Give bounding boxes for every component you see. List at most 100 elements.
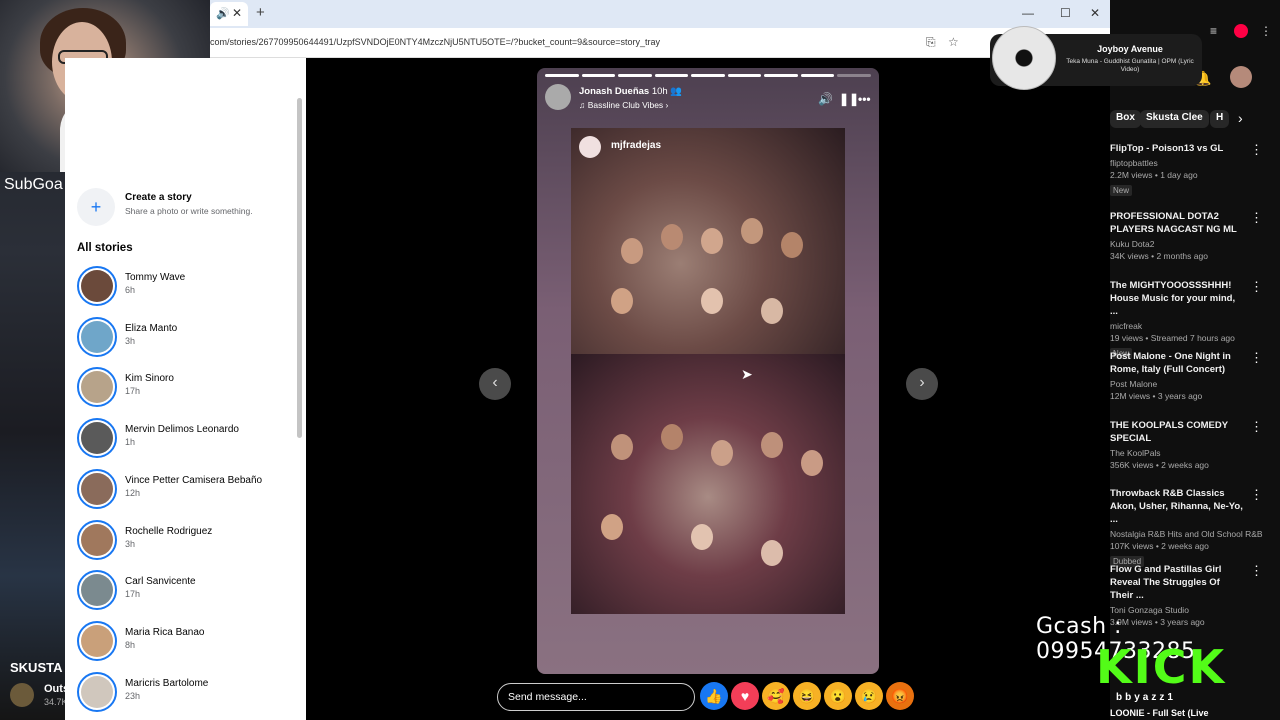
sad-reaction-icon[interactable]: 😢 — [855, 682, 883, 710]
video-menu-icon[interactable]: ⋮ — [1250, 563, 1263, 579]
wow-reaction-icon[interactable]: 😮 — [824, 682, 852, 710]
video-item[interactable]: THE KOOLPALS COMEDY SPECIAL The KoolPals 3… — [1110, 419, 1280, 470]
video-meta: 107K views • 2 weeks ago — [1110, 541, 1209, 551]
filter-chip[interactable]: Skusta Clee — [1140, 110, 1209, 128]
story-card[interactable]: Jonash Dueñas 10h 👥 ♫ Bassline Club Vibe… — [537, 68, 879, 674]
account-avatar[interactable] — [1230, 66, 1252, 88]
address-bar[interactable]: com/stories/267709950644491/UzpfSVNDOjE0… — [210, 28, 1110, 58]
video-channel[interactable]: Post Malone — [1110, 379, 1280, 389]
mouse-cursor-icon: ➤ — [741, 366, 753, 382]
author-avatar[interactable] — [545, 84, 571, 110]
story-time: 17h — [125, 386, 141, 397]
progress-segment — [581, 74, 616, 77]
stream-channel: Outs 34.7K — [10, 681, 70, 711]
pause-icon[interactable]: ❚❚ — [839, 92, 859, 106]
video-item[interactable]: FlipTop - Poison13 vs GL fliptopbattles 2.… — [1110, 142, 1280, 198]
story-time: 12h — [125, 487, 141, 498]
video-item[interactable]: PROFESSIONAL DOTA2 PLAYERS NAGCAST NG ML… — [1110, 210, 1280, 261]
vinyl-disc-icon — [992, 26, 1056, 90]
story-song[interactable]: ♫ Bassline Club Vibes › — [579, 100, 668, 110]
youtube-last-item[interactable]: LOONIE - Full Set (Live — [1110, 708, 1209, 718]
video-meta: 34K views • 2 months ago — [1110, 251, 1208, 261]
story-list-item[interactable]: Mervin Delimos Leonardo 1h — [77, 418, 295, 460]
video-channel[interactable]: Nostalgia R&B Hits and Old School R&B — [1110, 529, 1280, 539]
video-item[interactable]: Post Malone - One Night in Rome, Italy (… — [1110, 350, 1280, 401]
video-menu-icon[interactable]: ⋮ — [1250, 210, 1263, 226]
story-list-item[interactable]: Vince Petter Camisera Bebaño 12h — [77, 468, 295, 511]
maximize-icon[interactable]: ☐ — [1060, 6, 1071, 20]
story-viewer: Jonash Dueñas 10h 👥 ♫ Bassline Club Vibe… — [306, 58, 1110, 720]
video-channel[interactable]: Kuku Dota2 — [1110, 239, 1280, 249]
browser-tabbar: 🔊 ✕ + — ☐ ✕ — [210, 0, 1110, 28]
url-text[interactable]: com/stories/267709950644491/UzpfSVNDOjE0… — [210, 37, 660, 47]
now-playing-subtitle: Teka Muna - Guddhist Gunatita | OPM (Lyr… — [1066, 58, 1194, 73]
extension-icon[interactable] — [1234, 24, 1248, 38]
video-title[interactable]: Throwback R&B Classics Akon, Usher, Riha… — [1110, 487, 1245, 526]
more-options-icon[interactable]: ••• — [858, 92, 871, 106]
video-channel[interactable]: fliptopbattles — [1110, 158, 1280, 168]
story-list-item[interactable]: Maricris Bartolome 23h — [77, 671, 295, 714]
video-title[interactable]: Flow G and Pastillas Girl Reveal The Str… — [1110, 563, 1245, 602]
video-menu-icon[interactable]: ⋮ — [1250, 279, 1263, 295]
filter-chip[interactable]: Box — [1110, 110, 1141, 128]
sidebar-scrollbar[interactable] — [297, 98, 302, 438]
story-time: 3h — [125, 335, 136, 346]
bookmark-star-icon[interactable]: ☆ — [948, 35, 959, 49]
progress-segment — [764, 74, 798, 77]
love-reaction-icon[interactable]: ♥ — [731, 682, 759, 710]
story-avatar — [77, 468, 117, 509]
queue-icon[interactable]: ≡ — [1210, 24, 1217, 38]
send-message-input[interactable]: Send message... — [497, 683, 695, 711]
progress-segment — [691, 74, 725, 77]
like-reaction-icon[interactable]: 👍 — [700, 682, 728, 710]
video-title[interactable]: FlipTop - Poison13 vs GL — [1110, 142, 1245, 155]
care-reaction-icon[interactable]: 🥰 — [762, 682, 790, 710]
tab-close-icon[interactable]: ✕ — [232, 6, 242, 20]
install-icon[interactable]: ⎘ — [926, 35, 936, 50]
story-avatar — [77, 620, 117, 661]
plus-icon[interactable]: + — [77, 188, 115, 226]
video-title[interactable]: PROFESSIONAL DOTA2 PLAYERS NAGCAST NG ML — [1110, 210, 1245, 236]
previous-story-button[interactable]: ‹ — [479, 368, 511, 400]
video-menu-icon[interactable]: ⋮ — [1250, 142, 1263, 158]
now-playing-title: Joyboy Avenue — [1097, 44, 1163, 54]
chips-next-icon[interactable]: › — [1238, 110, 1243, 126]
browser-tab[interactable]: 🔊 ✕ — [210, 2, 248, 26]
story-list-item[interactable]: Maria Rica Banao 8h — [77, 620, 295, 663]
progress-segment — [800, 74, 835, 77]
minimize-icon[interactable]: — — [1022, 6, 1034, 20]
story-list-item[interactable]: Eliza Manto 3h — [77, 316, 295, 359]
volume-icon[interactable]: 🔊 — [818, 92, 833, 106]
filter-chip[interactable]: H — [1210, 110, 1230, 128]
video-item[interactable]: The MIGHTYOOOSSSHHH! House Music for you… — [1110, 279, 1280, 361]
video-title[interactable]: The MIGHTYOOOSSSHHH! House Music for you… — [1110, 279, 1245, 318]
video-item[interactable]: Throwback R&B Classics Akon, Usher, Riha… — [1110, 487, 1280, 569]
video-channel[interactable]: micfreak — [1110, 321, 1280, 331]
angry-reaction-icon[interactable]: 😡 — [886, 682, 914, 710]
video-menu-icon[interactable]: ⋮ — [1250, 487, 1263, 503]
menu-dots-icon[interactable]: ⋮ — [1260, 24, 1272, 38]
story-list-item[interactable]: Rochelle Rodriguez 3h — [77, 519, 295, 562]
haha-reaction-icon[interactable]: 😆 — [793, 682, 821, 710]
story-author[interactable]: Jonash Dueñas 10h 👥 — [579, 86, 682, 97]
video-title[interactable]: Post Malone - One Night in Rome, Italy (… — [1110, 350, 1245, 376]
story-avatar — [77, 316, 117, 357]
story-list-item[interactable]: Carl Sanvicente 17h — [77, 570, 295, 612]
new-tab-button[interactable]: + — [256, 4, 265, 21]
photo-username: mjfradejas — [611, 140, 662, 151]
story-avatar — [77, 671, 117, 712]
video-menu-icon[interactable]: ⋮ — [1250, 350, 1263, 366]
video-title[interactable]: THE KOOLPALS COMEDY SPECIAL — [1110, 419, 1245, 445]
video-channel[interactable]: The KoolPals — [1110, 448, 1280, 458]
now-playing-overlay: Joyboy Avenue Teka Muna - Guddhist Gunat… — [990, 26, 1202, 90]
story-time: 1h — [125, 437, 136, 448]
close-window-icon[interactable]: ✕ — [1090, 6, 1100, 20]
story-time: 23h — [125, 690, 141, 701]
story-list-item[interactable]: Kim Sinoro 17h — [77, 367, 295, 409]
video-menu-icon[interactable]: ⋮ — [1250, 419, 1263, 435]
story-time: 3h — [125, 538, 136, 549]
story-list-item[interactable]: Tommy Wave 6h — [77, 266, 295, 308]
story-name: Maria Rica Banao — [125, 626, 205, 638]
next-story-button[interactable]: › — [906, 368, 938, 400]
story-time: 8h — [125, 639, 136, 650]
